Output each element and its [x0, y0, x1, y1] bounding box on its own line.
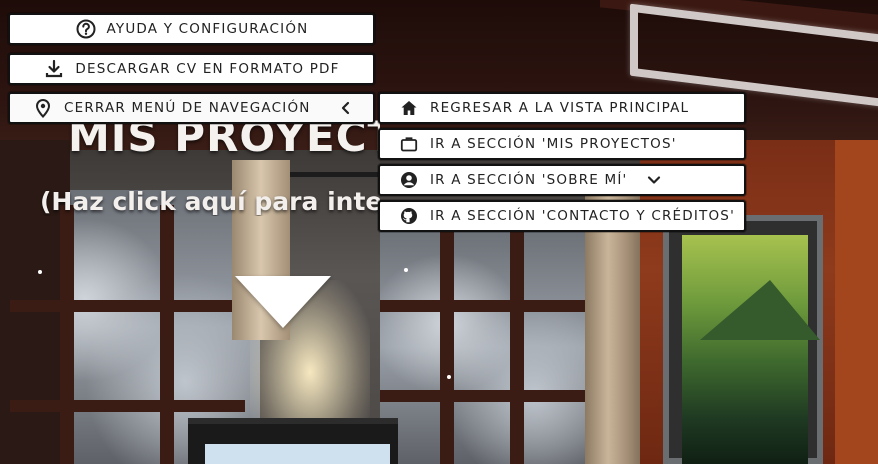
chevron-down-icon[interactable]: [646, 172, 662, 188]
go-about-button[interactable]: IR A SECCIÓN 'SOBRE MÍ': [378, 164, 746, 196]
chevron-left-icon: [339, 101, 353, 115]
window-frame: [510, 225, 524, 464]
snow-flake: [38, 270, 42, 274]
user-circle-icon: [398, 169, 420, 191]
snow-flake: [447, 375, 451, 379]
monitor-screen: [205, 444, 390, 464]
go-about-label: IR A SECCIÓN 'SOBRE MÍ': [430, 172, 628, 188]
download-cv-label: DESCARGAR CV EN FORMATO PDF: [75, 61, 340, 77]
download-icon: [43, 58, 65, 80]
home-icon: [398, 97, 420, 119]
window-frame: [440, 225, 454, 464]
go-main-view-button[interactable]: REGRESAR A LA VISTA PRINCIPAL: [378, 92, 746, 124]
close-nav-menu-button[interactable]: CERRAR MENÚ DE NAVEGACIÓN: [8, 92, 375, 124]
download-cv-button[interactable]: DESCARGAR CV EN FORMATO PDF: [8, 53, 375, 85]
snow-flake: [404, 268, 408, 272]
go-projects-label: IR A SECCIÓN 'MIS PROYECTOS': [430, 136, 677, 152]
down-arrow-icon[interactable]: [235, 276, 331, 328]
close-nav-menu-label: CERRAR MENÚ DE NAVEGACIÓN: [64, 100, 311, 116]
window-frame: [380, 300, 590, 312]
help-settings-button[interactable]: AYUDA Y CONFIGURACIÓN: [8, 13, 375, 45]
question-circle-icon: [75, 18, 97, 40]
go-projects-button[interactable]: IR A SECCIÓN 'MIS PROYECTOS': [378, 128, 746, 160]
shelf: [835, 140, 878, 464]
painting-mountain: [700, 280, 820, 340]
go-contact-label: IR A SECCIÓN 'CONTACTO Y CRÉDITOS': [430, 208, 735, 224]
window-frame: [160, 205, 174, 464]
snowy-window-right: [380, 230, 600, 464]
github-icon: [398, 205, 420, 227]
window-frame: [380, 390, 590, 402]
briefcase-icon: [398, 133, 420, 155]
window-frame: [10, 300, 245, 312]
window-frame: [10, 400, 245, 412]
help-settings-label: AYUDA Y CONFIGURACIÓN: [106, 21, 309, 37]
landscape-painting: [682, 235, 808, 464]
location-pin-icon: [32, 97, 54, 119]
go-main-view-label: REGRESAR A LA VISTA PRINCIPAL: [430, 100, 690, 116]
window-frame: [60, 205, 74, 464]
scene-click-hint[interactable]: (Haz click aquí para interactuar): [40, 187, 380, 216]
go-contact-button[interactable]: IR A SECCIÓN 'CONTACTO Y CRÉDITOS': [378, 200, 746, 232]
